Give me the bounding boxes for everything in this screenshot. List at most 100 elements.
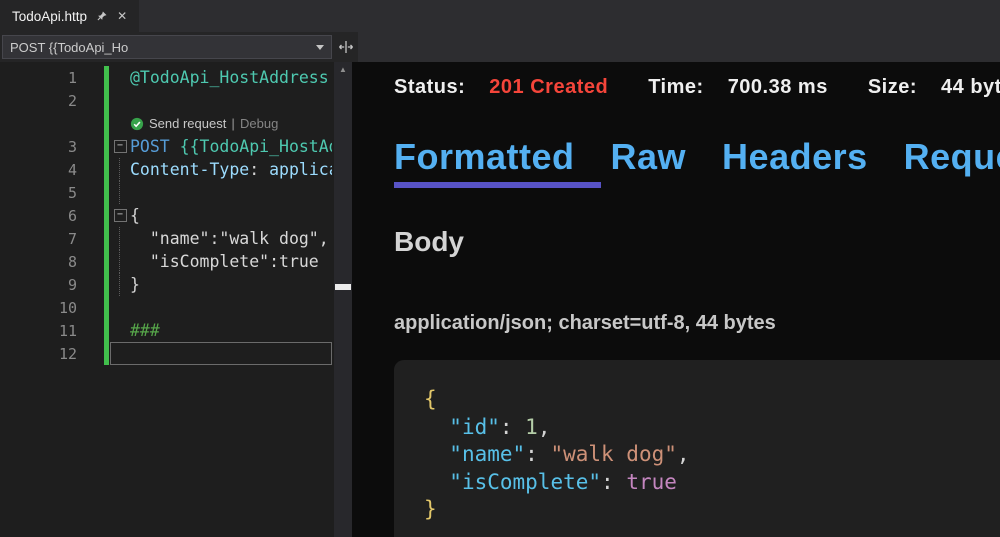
debug-link[interactable]: Debug [240,116,278,131]
code-text: "name":"walk dog", [130,229,329,248]
split-toggle-icon[interactable] [338,39,354,55]
code-token: "name" [449,442,525,466]
code-token [424,442,449,466]
status-label: Status: [394,76,465,99]
editor-line[interactable]: 4 Content-Type: applicat [0,158,352,181]
code-token: : [601,470,626,494]
code-token: { [424,387,437,411]
editor-line-body: "isComplete":true [110,250,332,273]
pin-icon[interactable] [96,10,108,22]
chevron-down-icon [316,45,324,50]
editor-line[interactable]: 5 [0,181,352,204]
json-body: { "id": 1, "name": "walk dog", "isComple… [424,386,1000,524]
tab-todoapi-http[interactable]: TodoApi.http ✕ [0,0,139,32]
response-body-card: { "id": 1, "name": "walk dog", "isComple… [394,360,1000,537]
editor-line-body: @TodoApi_HostAddress [110,66,332,89]
code-token: true [626,470,677,494]
fold-collapse-icon[interactable]: − [110,204,130,227]
fold-column [110,296,130,319]
scroll-up-icon[interactable]: ▲ [334,65,352,74]
editor-line[interactable]: 6 −{ [0,204,352,227]
fold-column [110,227,130,250]
code-token: "walk dog" [550,442,676,466]
json-line: "id": 1, [424,414,1000,442]
fold-box-glyph: − [114,140,127,153]
editor-line-body [110,89,332,112]
fold-column [110,273,130,296]
response-tab-formatted[interactable]: Formatted [394,136,575,178]
editor-scrollbar[interactable]: ▲ [334,62,352,537]
editor-line[interactable]: 3 −POST {{TodoApi_HostAd [0,135,352,158]
line-number: 5 [0,184,80,202]
code-token: ### [130,321,160,340]
tab-title: TodoApi.http [12,9,87,24]
code-text: ### [130,321,160,340]
editor-line[interactable]: 8 "isComplete":true [0,250,352,273]
time-label: Time: [648,76,703,99]
editor-line-body: Content-Type: applicat [110,158,332,181]
visual-studio-window: TodoApi.http ✕ POST {{TodoApi_Ho 1 @TodoA… [0,0,1000,537]
modified-lines-indicator [104,66,109,365]
codelens-divider: | [231,116,235,131]
response-tab-headers[interactable]: Headers [722,136,868,178]
code-token: : [525,442,550,466]
editor-line[interactable]: 1 @TodoApi_HostAddress [0,66,352,89]
editor-line[interactable]: 11 ### [0,319,352,342]
fold-column [110,181,130,204]
code-token: } [130,275,140,294]
line-number: 9 [0,276,80,294]
fold-column [111,343,131,364]
scrollbar-thumb[interactable] [335,284,351,290]
content-type-line: application/json; charset=utf-8, 44 byte… [394,312,776,335]
line-number: 8 [0,253,80,271]
fold-collapse-icon[interactable]: − [110,135,130,158]
json-line: } [424,496,1000,524]
time-value: 700.38 ms [728,76,828,99]
code-token: , [538,415,551,439]
editor-line[interactable]: 2 [0,89,352,112]
line-number: 4 [0,161,80,179]
send-request-link[interactable]: Send request [149,116,226,131]
code-text: { [130,206,140,225]
code-token: "isComplete":true [130,252,319,271]
code-token: applicat [269,160,332,179]
line-number: 1 [0,69,80,87]
code-token [424,470,449,494]
check-circle-icon [130,117,144,131]
line-number: 7 [0,230,80,248]
codelens: Send request | Debug [130,112,278,135]
line-number: 11 [0,322,80,340]
line-number: 12 [0,345,80,363]
fold-column [110,66,130,89]
line-number: 6 [0,207,80,225]
code-token: {{TodoApi_HostAd [180,137,332,156]
fold-column [110,89,130,112]
editor-lines: 1@TodoApi_HostAddress23−POST {{TodoApi_H… [0,66,352,365]
code-token: : [500,415,525,439]
close-icon[interactable]: ✕ [117,10,127,22]
request-selector[interactable]: POST {{TodoApi_Ho [2,35,332,59]
code-token: @TodoApi_HostAddress [130,68,329,87]
editor-line[interactable]: 7 "name":"walk dog", [0,227,352,250]
request-selector-value: POST {{TodoApi_Ho [10,40,310,55]
size-value: 44 bytes [941,76,1000,99]
code-text: POST {{TodoApi_HostAd [130,137,332,156]
line-number: 3 [0,138,80,156]
code-token: , [677,442,690,466]
editor-pane[interactable]: 1@TodoApi_HostAddress23−POST {{TodoApi_H… [0,62,352,537]
response-pane: Status: 201 Created Time: 700.38 ms Size… [352,62,1000,537]
json-line: "isComplete": true [424,469,1000,497]
json-line: "name": "walk dog", [424,441,1000,469]
response-status-row: Status: 201 Created Time: 700.38 ms Size… [394,76,1000,99]
editor-line-body [110,296,332,319]
editor-line-body [110,342,332,365]
editor-line[interactable]: 12 [0,342,352,365]
code-token: "name":"walk dog", [130,229,329,248]
fold-column [110,250,130,273]
editor-line[interactable]: 10 [0,296,352,319]
response-tab-raw[interactable]: Raw [611,136,687,178]
editor-line[interactable]: 9} [0,273,352,296]
code-token: POST [130,137,180,156]
response-tab-request[interactable]: Request [904,136,1000,178]
editor-line-body: "name":"walk dog", [110,227,332,250]
